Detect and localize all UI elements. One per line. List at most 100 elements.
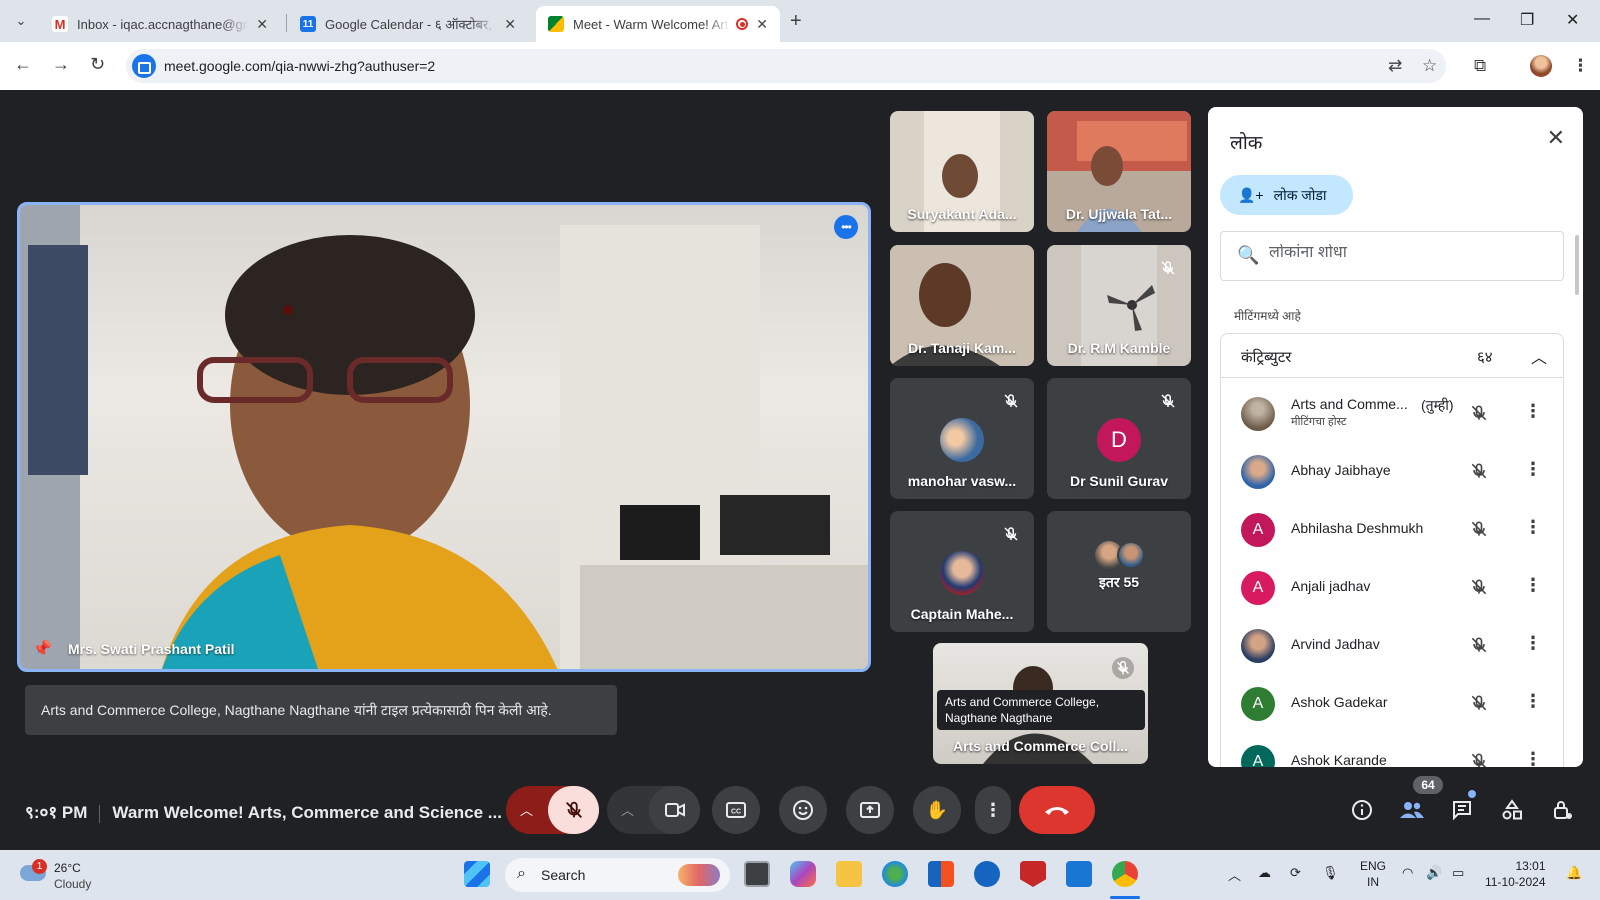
browser-menu-icon[interactable]: ⋮: [1572, 56, 1589, 76]
people-button[interactable]: [1398, 796, 1426, 824]
contributors-header[interactable]: कंट्रिब्युटर ६४ ︿: [1221, 334, 1563, 378]
video-tile[interactable]: Dr. Ujjwala Tat...: [1047, 111, 1191, 232]
raise-hand-button[interactable]: ✋: [913, 786, 961, 834]
chevron-up-icon[interactable]: ︿: [1228, 865, 1241, 884]
more-options-button[interactable]: ⋮: [975, 786, 1011, 834]
video-tile[interactable]: D Dr Sunil Gurav: [1047, 378, 1191, 499]
camera-toggle-button[interactable]: [649, 786, 700, 834]
video-tile[interactable]: Captain Mahe...: [890, 511, 1034, 632]
chrome-icon[interactable]: [1112, 861, 1138, 887]
close-tab-icon[interactable]: ✕: [256, 16, 268, 33]
close-tab-icon[interactable]: ✕: [756, 16, 768, 33]
participant-name: Abhilasha Deshmukh: [1291, 520, 1424, 536]
video-tile[interactable]: Dr. R.M Kamble: [1047, 245, 1191, 366]
video-tile[interactable]: manohar vasw...: [890, 378, 1034, 499]
system-clock[interactable]: 13:01 11-10-2024: [1485, 858, 1546, 890]
profile-avatar[interactable]: [1530, 55, 1552, 77]
tab-meet[interactable]: Meet - Warm Welcome! Art ✕: [536, 6, 780, 42]
address-bar[interactable]: meet.google.com/qia-nwwi-zhg?authuser=2: [126, 49, 1446, 83]
more-vert-icon[interactable]: ⋮: [1524, 517, 1542, 538]
others-tile[interactable]: इतर 55: [1047, 511, 1191, 632]
activities-button[interactable]: [1498, 796, 1526, 824]
sync-icon[interactable]: ⟳: [1290, 865, 1301, 881]
more-vert-icon[interactable]: ⋮: [1524, 749, 1542, 767]
task-view-icon[interactable]: [744, 861, 770, 887]
list-item[interactable]: Arts and Comme... (तुम्ही) मीटिंगचा होस्…: [1221, 384, 1563, 442]
site-info-icon[interactable]: [132, 54, 156, 78]
leave-call-button[interactable]: [1019, 786, 1095, 834]
host-controls-button[interactable]: [1548, 796, 1576, 824]
new-tab-button[interactable]: +: [790, 10, 802, 33]
mic-off-icon[interactable]: [1469, 635, 1489, 655]
mic-off-icon[interactable]: [1469, 461, 1489, 481]
mic-off-icon[interactable]: [1469, 519, 1489, 539]
scrollbar[interactable]: [1575, 235, 1579, 295]
close-window-icon[interactable]: ✕: [1566, 10, 1579, 30]
add-people-button[interactable]: 👤+ लोक जोडा: [1220, 175, 1353, 215]
search-input[interactable]: [1269, 244, 1549, 262]
back-icon[interactable]: ←: [14, 54, 32, 75]
chevron-up-icon[interactable]: ︿: [1531, 344, 1547, 368]
chevron-up-icon[interactable]: ︿: [621, 800, 634, 819]
mic-off-icon[interactable]: [1469, 577, 1489, 597]
copilot-icon[interactable]: [790, 861, 816, 887]
mic-toggle-button[interactable]: [548, 786, 599, 834]
tab-search-button[interactable]: ⌄: [8, 8, 34, 34]
edge-icon[interactable]: [882, 861, 908, 887]
tab-calendar[interactable]: 11 Google Calendar - ६ ऑक्टोबर, २ ✕: [288, 6, 528, 42]
list-item[interactable]: Arvind Jadhav ⋮: [1221, 616, 1563, 674]
more-vert-icon[interactable]: ⋮: [1524, 459, 1542, 480]
present-screen-button[interactable]: [846, 786, 894, 834]
chat-button[interactable]: [1448, 796, 1476, 824]
list-item[interactable]: A Abhilasha Deshmukh ⋮: [1221, 500, 1563, 558]
list-item[interactable]: Abhay Jaibhaye ⋮: [1221, 442, 1563, 500]
video-tile[interactable]: Dr. Tanaji Kam...: [890, 245, 1034, 366]
chevron-up-icon[interactable]: ︿: [520, 800, 533, 819]
reload-icon[interactable]: ↻: [90, 54, 105, 75]
captions-button[interactable]: CC: [712, 786, 760, 834]
weather-widget[interactable]: 1 26°C Cloudy: [20, 859, 110, 893]
notification-bell-icon[interactable]: 🔔: [1566, 865, 1582, 881]
meeting-time: ९:०१ PM: [25, 803, 88, 822]
more-vert-icon[interactable]: ⋮: [1524, 633, 1542, 654]
windows-start-icon[interactable]: [464, 861, 490, 887]
url-text[interactable]: meet.google.com/qia-nwwi-zhg?authuser=2: [164, 58, 435, 74]
tab-inbox[interactable]: M Inbox - iqac.accnagthane@gma ✕: [40, 6, 280, 42]
mic-off-icon[interactable]: [1469, 693, 1489, 713]
people-search[interactable]: 🔍: [1220, 231, 1564, 281]
mic-off-icon[interactable]: [1469, 403, 1489, 423]
onedrive-icon[interactable]: ☁: [1258, 865, 1271, 881]
close-icon[interactable]: ✕: [1547, 125, 1565, 151]
meeting-details-button[interactable]: [1348, 796, 1376, 824]
list-item[interactable]: A Anjali jadhav ⋮: [1221, 558, 1563, 616]
list-item[interactable]: A Ashok Gadekar ⋮: [1221, 674, 1563, 732]
wifi-icon[interactable]: ◠: [1402, 865, 1413, 881]
store-icon[interactable]: [928, 861, 954, 887]
close-tab-icon[interactable]: ✕: [504, 16, 516, 33]
outlook-icon[interactable]: [1066, 861, 1092, 887]
more-vert-icon[interactable]: ⋮: [1524, 401, 1542, 422]
mcafee-icon[interactable]: [1020, 861, 1046, 887]
video-tile[interactable]: Suryakant Ada...: [890, 111, 1034, 232]
file-explorer-icon[interactable]: [836, 861, 862, 887]
reactions-button[interactable]: [779, 786, 827, 834]
pinned-video-tile[interactable]: ••• 📌 Mrs. Swati Prashant Patil: [17, 202, 871, 672]
volume-icon[interactable]: 🔊: [1426, 865, 1442, 881]
more-vert-icon[interactable]: ⋮: [1524, 691, 1542, 712]
extensions-icon[interactable]: ⧉: [1474, 56, 1486, 76]
microphone-icon[interactable]: 🎙: [1322, 865, 1339, 881]
list-item[interactable]: A Ashok Karande ⋮: [1221, 732, 1563, 767]
bookmark-star-icon[interactable]: ☆: [1422, 56, 1437, 76]
minimize-icon[interactable]: —: [1474, 10, 1490, 28]
translate-icon[interactable]: ⇄: [1388, 56, 1402, 76]
battery-icon[interactable]: ▭: [1452, 865, 1464, 881]
more-vert-icon[interactable]: ⋮: [1524, 575, 1542, 596]
dell-icon[interactable]: [974, 861, 1000, 887]
forward-icon[interactable]: →: [52, 54, 70, 75]
language-indicator[interactable]: ENG IN: [1360, 858, 1386, 890]
taskbar-search[interactable]: ⌕ Search: [505, 858, 730, 892]
meeting-title: Warm Welcome! Arts, Commerce and Science…: [112, 803, 502, 822]
restore-icon[interactable]: ❐: [1520, 10, 1534, 30]
mic-off-icon[interactable]: [1469, 751, 1489, 767]
more-options-icon[interactable]: •••: [834, 215, 858, 239]
